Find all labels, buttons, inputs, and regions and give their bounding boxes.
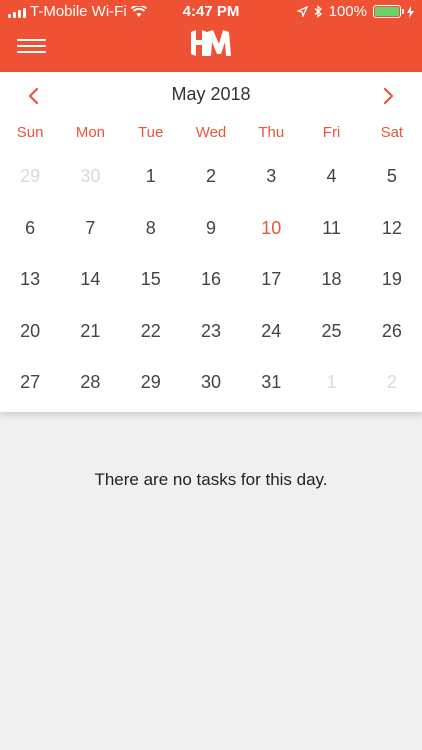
location-icon <box>296 6 308 17</box>
weekday-label: Mon <box>75 124 106 141</box>
calendar-grid: 29 30 1 2 3 4 5 6 7 8 9 10 11 12 13 14 15 16 17 18 19 20 21 22 2… <box>0 160 422 418</box>
month-navigation: May 2018 <box>0 72 422 120</box>
menu-button[interactable] <box>17 39 46 53</box>
battery-percent: 100% <box>328 3 367 20</box>
calendar-day[interactable]: 23 <box>181 315 241 367</box>
status-bar: T-Mobile Wi-Fi 4:47 PM 100% <box>0 0 422 24</box>
calendar-day[interactable]: 12 <box>362 212 422 264</box>
calendar-day[interactable]: 15 <box>121 263 181 315</box>
status-right: 100% <box>296 3 414 20</box>
calendar-day[interactable]: 25 <box>301 315 361 367</box>
calendar-week-row: 13 14 15 16 17 18 19 <box>0 263 422 315</box>
calendar-day[interactable]: 21 <box>60 315 120 367</box>
weekday-label: Sun <box>16 124 44 141</box>
calendar-week-row: 20 21 22 23 24 25 26 <box>0 315 422 367</box>
calendar-day[interactable]: 5 <box>362 160 422 212</box>
weekday-label: Tue <box>138 124 164 141</box>
calendar-day[interactable]: 30 <box>181 366 241 418</box>
calendar-day-today[interactable]: 10 <box>241 212 301 264</box>
empty-tasks-message: There are no tasks for this day. <box>94 470 328 489</box>
calendar-day[interactable]: 4 <box>301 160 361 212</box>
calendar-day[interactable]: 20 <box>0 315 60 367</box>
weekday-header: Sun Mon Tue Wed Thu Fri Sat <box>0 124 422 148</box>
weekday-label: Wed <box>195 124 227 141</box>
app-logo <box>191 30 231 56</box>
calendar-day[interactable]: 24 <box>241 315 301 367</box>
calendar-day[interactable]: 3 <box>241 160 301 212</box>
app-header: T-Mobile Wi-Fi 4:47 PM 100% <box>0 0 422 72</box>
month-title: May 2018 <box>171 84 251 104</box>
calendar-day[interactable]: 16 <box>181 263 241 315</box>
calendar-day-outside-month[interactable]: 29 <box>0 160 60 212</box>
calendar-day[interactable]: 29 <box>121 366 181 418</box>
calendar-week-row: 27 28 29 30 31 1 2 <box>0 366 422 418</box>
weekday-label: Fri <box>322 124 341 141</box>
chevron-right-icon[interactable] <box>376 84 400 108</box>
calendar-day[interactable]: 31 <box>241 366 301 418</box>
calendar-day-outside-month[interactable]: 2 <box>362 366 422 418</box>
calendar-day-outside-month[interactable]: 30 <box>60 160 120 212</box>
calendar-day[interactable]: 19 <box>362 263 422 315</box>
weekday-label: Thu <box>258 124 285 141</box>
calendar-day[interactable]: 13 <box>0 263 60 315</box>
calendar-day[interactable]: 26 <box>362 315 422 367</box>
calendar-day[interactable]: 7 <box>60 212 120 264</box>
calendar-day[interactable]: 17 <box>241 263 301 315</box>
hamburger-icon-line <box>17 45 46 47</box>
calendar-week-row: 6 7 8 9 10 11 12 <box>0 212 422 264</box>
calendar-week-row: 29 30 1 2 3 4 5 <box>0 160 422 212</box>
calendar-day[interactable]: 9 <box>181 212 241 264</box>
weekday-label: Sat <box>380 124 404 141</box>
calendar-day[interactable]: 28 <box>60 366 120 418</box>
calendar-day[interactable]: 2 <box>181 160 241 212</box>
calendar-day[interactable]: 8 <box>121 212 181 264</box>
calendar-day[interactable]: 1 <box>121 160 181 212</box>
calendar-day[interactable]: 14 <box>60 263 120 315</box>
hamburger-icon-line <box>17 51 46 53</box>
hamburger-icon-line <box>17 39 46 41</box>
bluetooth-icon <box>314 5 322 18</box>
charging-icon <box>407 5 414 18</box>
calendar-day[interactable]: 22 <box>121 315 181 367</box>
battery-icon <box>373 5 404 18</box>
calendar-day-outside-month[interactable]: 1 <box>301 366 361 418</box>
calendar-day[interactable]: 18 <box>301 263 361 315</box>
calendar: May 2018 Sun Mon Tue Wed Thu Fri Sat 29 30 1 2 3 4 5… <box>0 72 422 412</box>
calendar-day[interactable]: 27 <box>0 366 60 418</box>
calendar-day[interactable]: 6 <box>0 212 60 264</box>
calendar-day[interactable]: 11 <box>301 212 361 264</box>
